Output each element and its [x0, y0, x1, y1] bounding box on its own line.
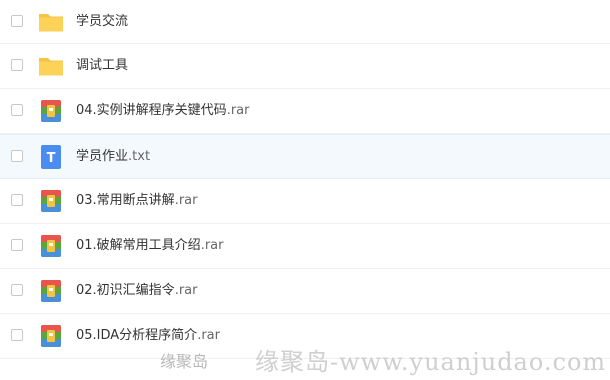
- file-row[interactable]: 学员交流: [0, 0, 610, 44]
- folder-icon: [39, 58, 63, 76]
- file-row[interactable]: 调试工具: [0, 44, 610, 89]
- archive-icon: [41, 190, 61, 212]
- file-row-selected[interactable]: T 学员作业.txt: [0, 134, 610, 179]
- file-row[interactable]: 04.实例讲解程序关键代码.rar: [0, 89, 610, 134]
- row-checkbox[interactable]: [11, 15, 23, 27]
- archive-icon: [41, 100, 61, 122]
- file-name[interactable]: 03.常用断点讲解.rar: [76, 179, 197, 223]
- row-checkbox[interactable]: [11, 329, 23, 341]
- row-checkbox[interactable]: [11, 239, 23, 251]
- folder-icon: [39, 14, 63, 32]
- row-checkbox[interactable]: [11, 104, 23, 116]
- file-name[interactable]: 05.IDA分析程序简介.rar: [76, 314, 220, 358]
- row-checkbox[interactable]: [11, 194, 23, 206]
- archive-icon: [41, 280, 61, 302]
- file-name[interactable]: 调试工具: [76, 44, 128, 88]
- row-checkbox[interactable]: [11, 284, 23, 296]
- svg-text:T: T: [47, 151, 56, 166]
- text-file-icon: T: [41, 145, 61, 169]
- file-name[interactable]: 学员交流: [76, 0, 128, 44]
- row-checkbox[interactable]: [11, 59, 23, 71]
- file-row[interactable]: 05.IDA分析程序简介.rar: [0, 314, 610, 359]
- file-name[interactable]: 学员作业.txt: [76, 135, 150, 179]
- row-checkbox[interactable]: [11, 150, 23, 162]
- file-row[interactable]: 01.破解常用工具介绍.rar: [0, 224, 610, 269]
- file-name[interactable]: 02.初识汇编指令.rar: [76, 269, 197, 313]
- file-name[interactable]: 01.破解常用工具介绍.rar: [76, 224, 223, 268]
- file-name[interactable]: 04.实例讲解程序关键代码.rar: [76, 89, 249, 133]
- file-row[interactable]: 03.常用断点讲解.rar: [0, 179, 610, 224]
- file-row[interactable]: 02.初识汇编指令.rar: [0, 269, 610, 314]
- archive-icon: [41, 325, 61, 347]
- archive-icon: [41, 235, 61, 257]
- file-list: 学员交流 调试工具 04.实例讲解程序关键代码.rar T 学员作业.txt 0…: [0, 0, 610, 359]
